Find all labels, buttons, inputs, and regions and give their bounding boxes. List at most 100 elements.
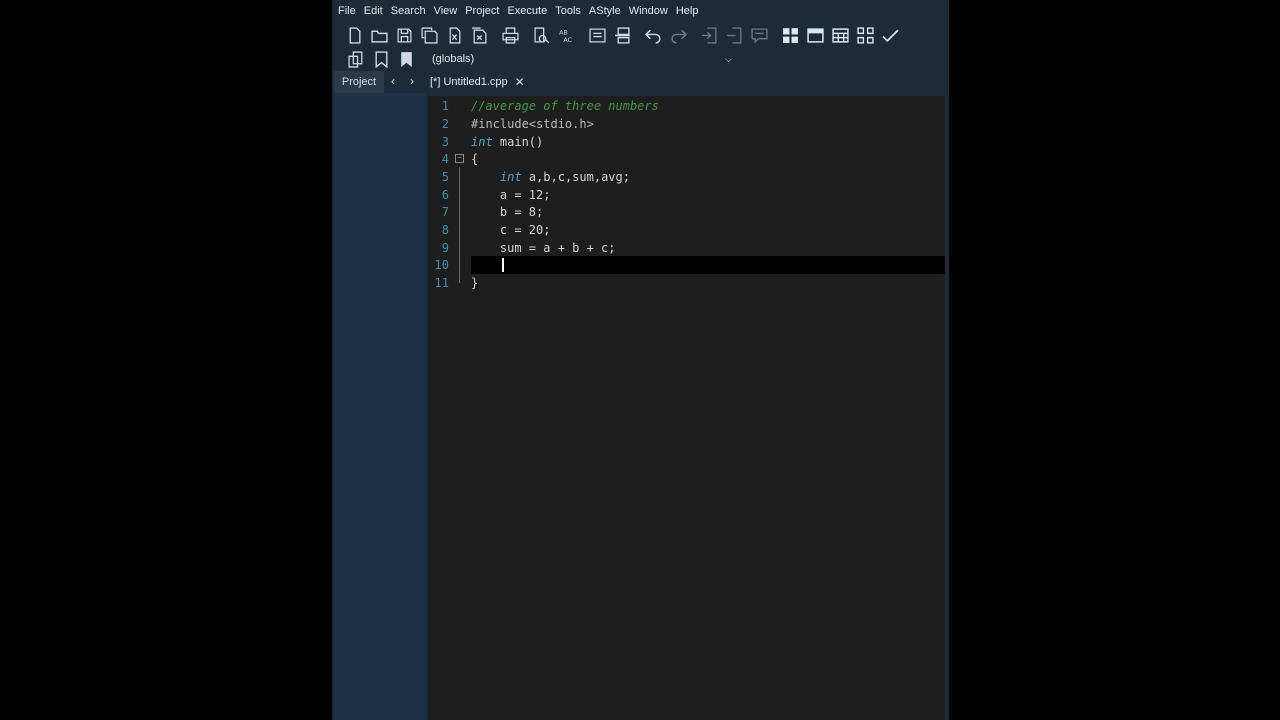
menu-edit[interactable]: Edit — [360, 0, 387, 22]
menu-project[interactable]: Project — [461, 0, 503, 22]
menu-tools[interactable]: Tools — [551, 0, 585, 22]
line-number: 11 — [434, 276, 449, 290]
menu-window[interactable]: Window — [625, 0, 672, 22]
close-all-icon — [471, 26, 487, 44]
menu-execute[interactable]: Execute — [503, 0, 551, 22]
bookmark-list-icon — [400, 51, 412, 67]
layout-grid-button[interactable] — [779, 24, 801, 46]
close-all-button[interactable] — [468, 24, 490, 46]
line-text: //average of three numbers — [471, 99, 659, 113]
check-button[interactable] — [879, 24, 901, 46]
svg-text:AC: AC — [563, 35, 572, 43]
goto-declaration-button[interactable] — [723, 24, 745, 46]
layout-window-button[interactable] — [804, 24, 826, 46]
new-file-icon — [349, 26, 361, 44]
line-text: { — [471, 152, 479, 166]
undo-icon — [644, 29, 661, 44]
layout-window-icon — [806, 27, 824, 43]
tab-label: [*] Untitled1.cpp — [430, 76, 508, 88]
line-number: 9 — [441, 241, 449, 255]
line-text: a = 12; — [471, 188, 551, 202]
bookmark-list-button[interactable] — [395, 48, 417, 70]
code-line: 2 #include<stdio.h> — [428, 115, 945, 133]
keyword-int: int — [499, 170, 522, 184]
bookmark-button[interactable] — [370, 48, 392, 70]
chevron-down-icon: ⌵ — [725, 53, 732, 64]
spell-check-button[interactable]: AB AC — [555, 24, 577, 46]
new-file-button[interactable] — [343, 24, 365, 46]
spell-check-icon: ABAC — [559, 28, 572, 43]
bookmark-icon — [374, 50, 388, 68]
print-icon — [501, 26, 519, 44]
find-button[interactable] — [530, 24, 552, 46]
close-file-button[interactable] — [443, 24, 465, 46]
save-button[interactable] — [393, 24, 415, 46]
tab-prev-arrow[interactable]: ‹ — [384, 71, 402, 93]
indent-button[interactable] — [586, 24, 608, 46]
redo-icon — [670, 29, 687, 44]
line-number: 6 — [441, 188, 449, 202]
line-text: c = 20; — [471, 223, 551, 237]
line-text: int main() — [471, 135, 544, 149]
layout-tiles-button[interactable] — [854, 24, 876, 46]
goto-definition-icon — [701, 26, 717, 44]
code-editor[interactable]: 1 //average of three numbers 2 #include<… — [428, 96, 945, 720]
open-button[interactable] — [368, 24, 390, 46]
line-number: 4 — [441, 152, 449, 166]
goto-definition-button[interactable] — [698, 24, 720, 46]
class-browser-button[interactable] — [345, 48, 367, 70]
current-line-highlight — [471, 256, 945, 274]
project-panel — [334, 93, 426, 720]
keyword-int: int — [471, 135, 493, 149]
tab-project[interactable]: Project — [334, 71, 384, 93]
redo-button[interactable] — [667, 24, 689, 46]
code-line: 5 int a,b,c,sum,avg; — [428, 168, 945, 186]
line-text: sum = a + b + c; — [471, 241, 616, 255]
layout-grid-icon — [782, 27, 798, 43]
tab-next-arrow[interactable]: › — [403, 71, 421, 93]
layout-split-button[interactable] — [829, 24, 851, 46]
comment-icon — [750, 27, 768, 43]
comment-button[interactable] — [748, 24, 770, 46]
line-number: 3 — [441, 135, 449, 149]
text-caret — [502, 258, 504, 272]
menu-file[interactable]: File — [334, 0, 360, 22]
unindent-button[interactable] — [611, 24, 633, 46]
fold-toggle-icon[interactable]: − — [455, 154, 464, 163]
line-number: 7 — [441, 205, 449, 219]
code-line: 8 c = 20; — [428, 221, 945, 239]
code-line: 11 } — [428, 274, 945, 292]
indent-icon — [588, 27, 606, 43]
layout-tiles-icon — [856, 26, 874, 44]
tab-untitled1[interactable]: [*] Untitled1.cpp ✕ — [430, 71, 525, 93]
save-icon — [396, 27, 412, 43]
code-line: 9 sum = a + b + c; — [428, 239, 945, 257]
line-text: int a,b,c,sum,avg; — [499, 170, 630, 184]
line-number: 5 — [441, 170, 449, 184]
close-file-icon — [449, 26, 460, 44]
menu-search[interactable]: Search — [387, 0, 430, 22]
current-code-line: 10 — [428, 256, 945, 274]
code-line: 1 //average of three numbers — [428, 97, 945, 115]
scope-dropdown[interactable]: (globals) ⌵ — [428, 49, 736, 69]
line-number: 1 — [441, 99, 449, 113]
menu-help[interactable]: Help — [672, 0, 703, 22]
ide-window: File Edit Search View Project Execute To… — [332, 0, 949, 720]
main-toolbar: AB AC — [332, 23, 949, 47]
code-line: 6 a = 12; — [428, 186, 945, 204]
menu-astyle[interactable]: AStyle — [585, 0, 625, 22]
open-folder-icon — [370, 30, 388, 43]
class-browser-icon — [347, 50, 362, 68]
print-button[interactable] — [499, 24, 521, 46]
save-all-button[interactable] — [418, 24, 440, 46]
find-icon — [533, 26, 549, 43]
close-icon[interactable]: ✕ — [515, 75, 525, 89]
line-number: 10 — [434, 258, 449, 272]
undo-button[interactable] — [642, 24, 664, 46]
code-line: 7 b = 8; — [428, 203, 945, 221]
menu-view[interactable]: View — [430, 0, 462, 22]
line-text: #include<stdio.h> — [471, 117, 594, 131]
save-all-icon — [420, 26, 438, 44]
scope-value: (globals) — [432, 53, 475, 65]
secondary-toolbar: (globals) ⌵ — [332, 47, 949, 71]
